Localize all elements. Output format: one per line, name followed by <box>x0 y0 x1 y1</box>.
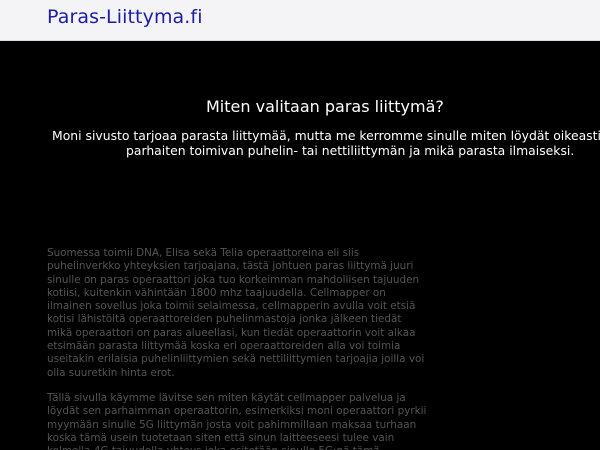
hero-subtitle-line-2: parhaiten toimivan puhelin- tai nettilii… <box>126 143 575 158</box>
site-logo-link[interactable]: Paras-Liittyma.fi <box>47 6 203 28</box>
article-section: Suomessa toimii DNA, Elisa sekä Telia op… <box>47 247 427 450</box>
page: Paras-Liittyma.fi Miten valitaan paras l… <box>0 0 600 450</box>
hero-title: Miten valitaan paras liittymä? <box>206 97 444 116</box>
article-paragraph-1: Suomessa toimii DNA, Elisa sekä Telia op… <box>47 247 425 379</box>
hero-subtitle-line-1: Moni sivusto tarjoaa parasta liittymää, … <box>52 128 600 143</box>
hero-subtitle: Moni sivusto tarjoaa parasta liittymää, … <box>50 128 600 158</box>
site-header: Paras-Liittyma.fi <box>0 0 600 41</box>
article-paragraph-2: Tällä sivulla käymme lävitse sen miten k… <box>47 391 427 450</box>
